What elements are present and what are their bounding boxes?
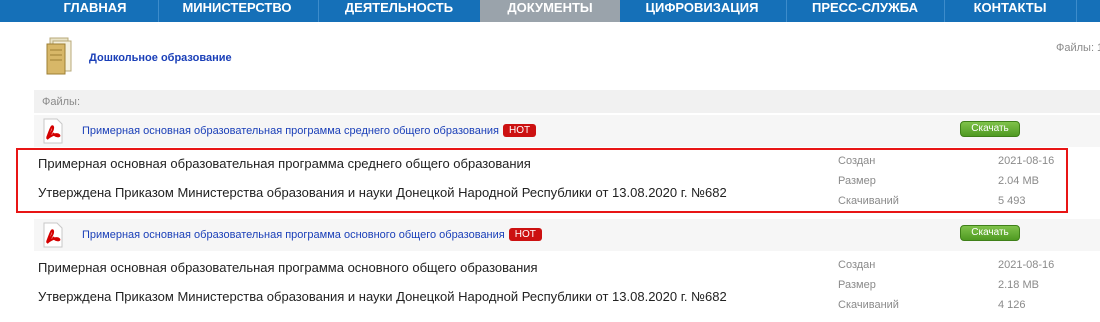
- created-label: Создан: [838, 259, 876, 271]
- files-count: Файлы: 1: [1056, 42, 1100, 54]
- document-description: Утверждена Приказом Министерства образов…: [38, 289, 727, 304]
- size-value: 2.18 MB: [998, 279, 1039, 291]
- nav-divider: [318, 0, 319, 22]
- downloads-label: Скачиваний: [838, 195, 899, 207]
- pdf-icon: [43, 118, 63, 144]
- document-title: Примерная основная образовательная прогр…: [38, 260, 538, 275]
- document-link[interactable]: Примерная основная образовательная прогр…: [82, 228, 542, 241]
- download-button[interactable]: Скачать: [960, 225, 1020, 241]
- document-link[interactable]: Примерная основная образовательная прогр…: [82, 124, 537, 137]
- nav-divider: [786, 0, 787, 22]
- document-header: Примерная основная образовательная прогр…: [34, 115, 1100, 147]
- hot-badge: HOT: [508, 228, 542, 241]
- created-value: 2021-08-16: [998, 155, 1055, 167]
- nav-divider: [944, 0, 945, 22]
- folder-documents-icon: [46, 37, 72, 75]
- nav-digitalization[interactable]: ЦИФРОВИЗАЦИЯ: [622, 0, 782, 22]
- document-details: Примерная основная образовательная прогр…: [34, 148, 1100, 212]
- created-label: Создан: [838, 155, 876, 167]
- nav-contacts[interactable]: КОНТАКТЫ: [946, 0, 1074, 22]
- size-label: Размер: [838, 279, 876, 291]
- size-label: Размер: [838, 175, 876, 187]
- nav-documents[interactable]: ДОКУМЕНТЫ: [480, 0, 620, 22]
- top-nav: ГЛАВНАЯ МИНИСТЕРСТВО ДЕЯТЕЛЬНОСТЬ ДОКУМЕ…: [0, 0, 1100, 22]
- files-section-header: Файлы:: [34, 90, 1100, 113]
- category-title[interactable]: Дошкольное образование: [89, 52, 232, 64]
- created-value: 2021-08-16: [998, 259, 1055, 271]
- files-label: Файлы:: [42, 96, 81, 108]
- download-button[interactable]: Скачать: [960, 121, 1020, 137]
- nav-home[interactable]: ГЛАВНАЯ: [36, 0, 154, 22]
- size-value: 2.04 MB: [998, 175, 1039, 187]
- document-title: Примерная основная образовательная прогр…: [38, 156, 531, 171]
- document-link-text[interactable]: Примерная основная образовательная прогр…: [82, 125, 499, 137]
- document-details: Примерная основная образовательная прогр…: [34, 252, 1100, 316]
- document-link-text[interactable]: Примерная основная образовательная прогр…: [82, 229, 505, 241]
- downloads-value: 4 126: [998, 299, 1026, 311]
- downloads-value: 5 493: [998, 195, 1026, 207]
- nav-activity[interactable]: ДЕЯТЕЛЬНОСТЬ: [320, 0, 478, 22]
- nav-press[interactable]: ПРЕСС-СЛУЖБА: [790, 0, 940, 22]
- pdf-icon: [43, 222, 63, 248]
- document-description: Утверждена Приказом Министерства образов…: [38, 185, 727, 200]
- document-header: Примерная основная образовательная прогр…: [34, 219, 1100, 251]
- nav-divider: [1076, 0, 1077, 22]
- downloads-label: Скачиваний: [838, 299, 899, 311]
- hot-badge: HOT: [503, 124, 537, 137]
- nav-ministry[interactable]: МИНИСТЕРСТВО: [162, 0, 312, 22]
- nav-divider: [158, 0, 159, 22]
